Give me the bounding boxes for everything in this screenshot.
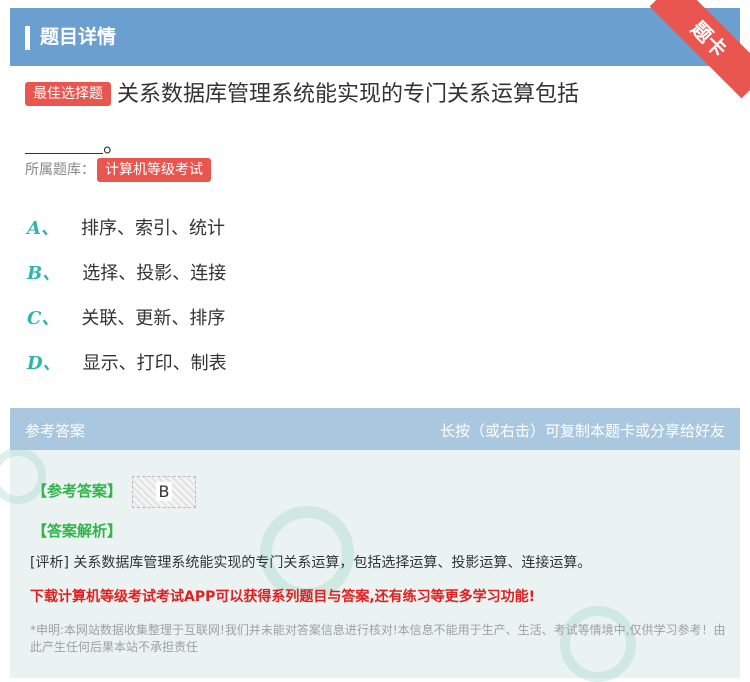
- question-blank-line: 。: [25, 131, 725, 161]
- option-letter: B、: [27, 263, 61, 284]
- answer-blank: [25, 133, 103, 154]
- option-c[interactable]: C、 关联、更新、排序: [27, 304, 225, 330]
- reference-answer-label: 【参考答案】: [32, 482, 123, 500]
- header-bar: 题目详情: [10, 8, 740, 66]
- bank-tag[interactable]: 计算机等级考试: [97, 158, 211, 182]
- reference-answer-value[interactable]: B: [132, 476, 196, 508]
- question-block: 最佳选择题 关系数据库管理系统能实现的专门关系运算包括 。: [25, 80, 725, 161]
- share-hint: 长按（或右击）可复制本题卡或分享给好友: [439, 422, 725, 440]
- question-end-mark: 。: [103, 133, 126, 158]
- question-type-tag: 最佳选择题: [25, 82, 111, 106]
- app-download-promo[interactable]: 下载计算机等级考试考试APP可以获得系列题目与答案,还有练习等更多学习功能!: [30, 586, 730, 606]
- option-letter: D、: [27, 353, 61, 374]
- option-d[interactable]: D、 显示、打印、制表: [27, 349, 227, 375]
- answer-header-title: 参考答案: [25, 422, 86, 440]
- option-letter: C、: [27, 308, 60, 329]
- disclaimer-text: *申明:本网站数据收集整理于互联网!我们并未能对答案信息进行核对!本信息不能用于…: [30, 623, 726, 654]
- option-text: 选择、投影、连接: [82, 263, 227, 284]
- question-bank: 所属题库： 计算机等级考试: [25, 158, 211, 182]
- header-accent-bar: [25, 26, 30, 50]
- reference-answer-letter: B: [155, 482, 173, 501]
- question-text: 关系数据库管理系统能实现的专门关系运算包括: [117, 82, 580, 107]
- answer-header: 参考答案 长按（或右击）可复制本题卡或分享给好友: [10, 408, 740, 450]
- analysis-text: [评析] 关系数据库管理系统能实现的专门关系运算，包括选择运算、投影运算、连接运…: [30, 555, 592, 571]
- option-text: 关联、更新、排序: [81, 308, 226, 329]
- option-text: 排序、索引、统计: [80, 218, 225, 239]
- analysis-label: 【答案解析】: [32, 522, 123, 540]
- bank-label: 所属题库：: [25, 162, 95, 178]
- option-text: 显示、打印、制表: [82, 353, 227, 374]
- option-a[interactable]: A、 排序、索引、统计: [27, 214, 225, 240]
- answer-panel: 参考答案 长按（或右击）可复制本题卡或分享给好友 【参考答案】 B 【答案解析】…: [0, 408, 740, 682]
- option-b[interactable]: B、 选择、投影、连接: [27, 259, 226, 285]
- option-letter: A、: [27, 218, 59, 239]
- page-title: 题目详情: [40, 26, 117, 48]
